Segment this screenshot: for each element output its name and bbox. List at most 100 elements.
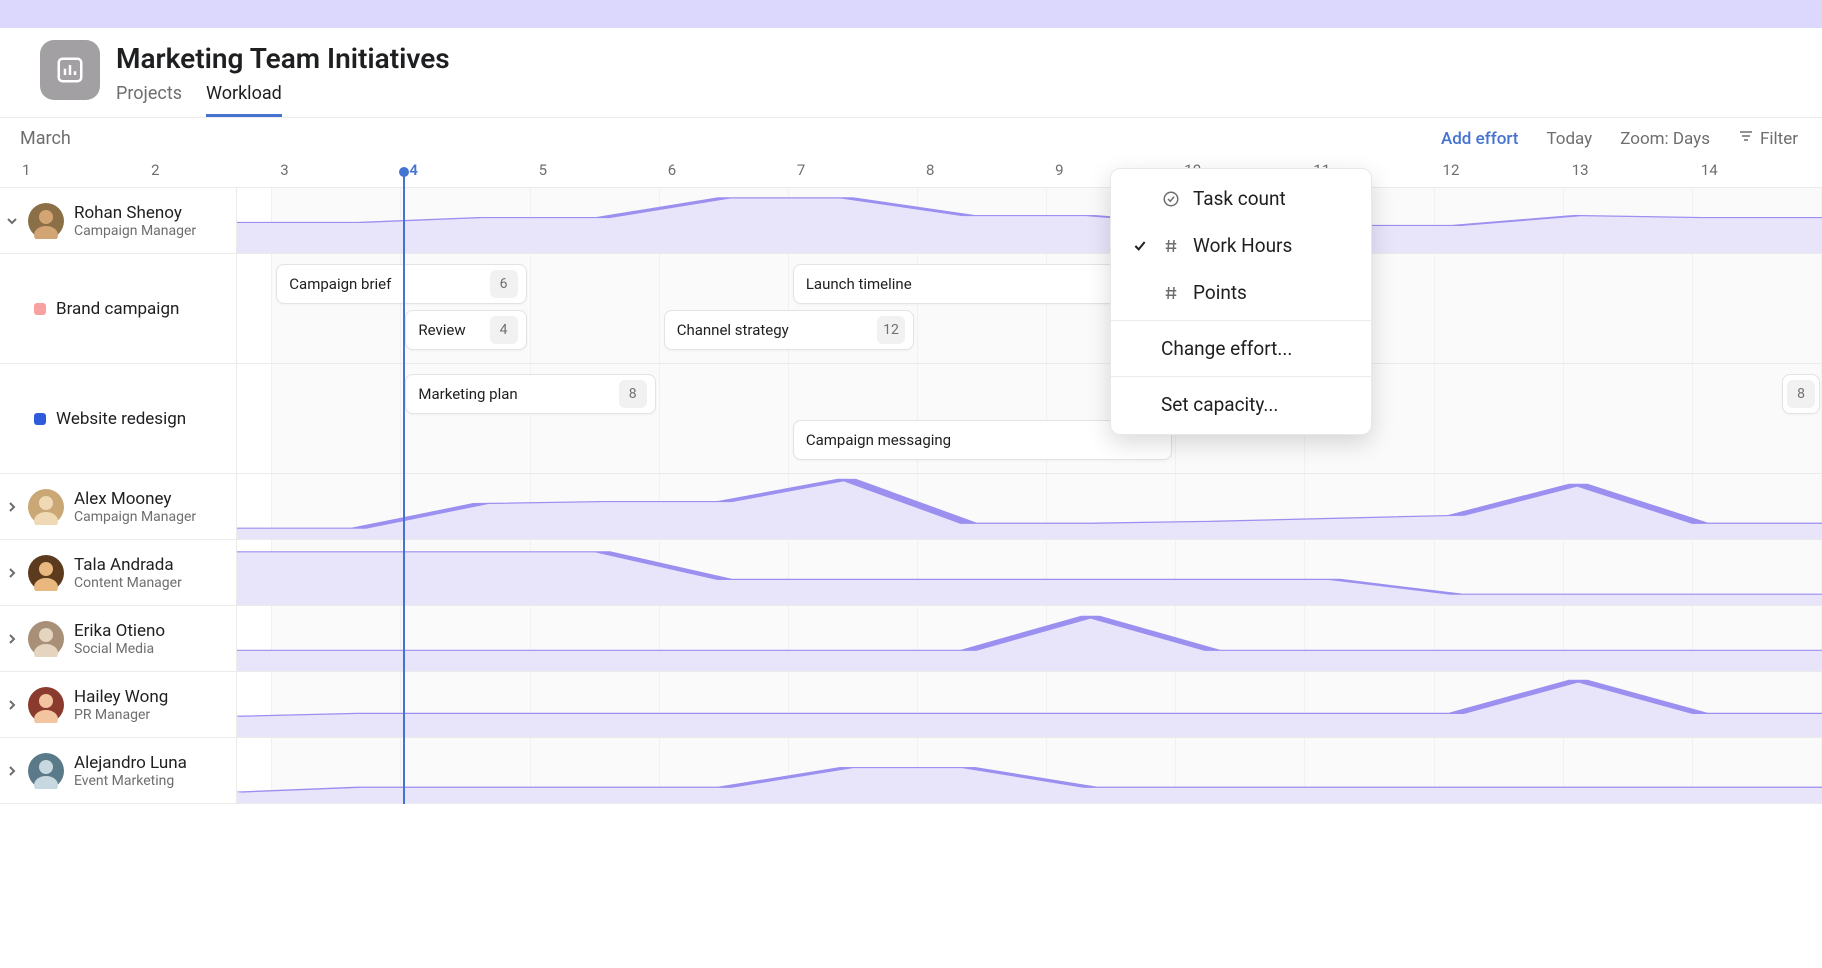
task-card[interactable]: Review 4 [405,310,526,350]
menu-label: Points [1193,281,1247,304]
workload-chart [237,606,1822,671]
month-label: March [20,128,1441,149]
task-name: Campaign brief [289,275,481,293]
avatar [28,621,64,657]
grid-area: Rohan Shenoy Campaign Manager Brand camp… [0,188,1822,804]
chevron-down-icon[interactable] [2,215,22,227]
person-name: Erika Otieno [74,621,165,641]
chevron-right-icon[interactable] [2,633,22,645]
day-cell[interactable]: 1 [14,155,143,187]
task-card[interactable]: 8 [1782,374,1820,414]
check-circle-icon [1161,190,1181,208]
person-row: Rohan Shenoy Campaign Manager [0,188,1822,254]
toolbar: March Add effort Today Zoom: Days Filter [0,118,1822,155]
menu-divider [1111,376,1371,377]
person-row: Alex Mooney Campaign Manager [0,474,1822,540]
page-title: Marketing Team Initiatives [116,42,450,75]
project-color-dot [34,303,46,315]
filter-label: Filter [1760,129,1798,149]
filter-icon [1738,128,1754,149]
chevron-right-icon[interactable] [2,567,22,579]
day-cell[interactable]: 13 [1564,155,1693,187]
menu-label: Change effort... [1161,337,1292,360]
project-name: Brand campaign [56,299,179,319]
task-name: Review [418,321,481,339]
task-card[interactable]: Channel strategy 12 [664,310,914,350]
zoom-button[interactable]: Zoom: Days [1620,129,1710,149]
avatar [28,687,64,723]
person-role: Social Media [74,641,165,657]
menu-label: Task count [1193,187,1286,210]
avatar [28,203,64,239]
menu-item-change-effort[interactable]: Change effort... [1111,325,1371,372]
task-effort-badge: 4 [490,316,518,344]
person-name: Tala Andrada [74,555,182,575]
workload-chart [237,738,1822,803]
workload-chart [237,540,1822,605]
day-cell[interactable]: 7 [789,155,918,187]
add-effort-button[interactable]: Add effort [1441,129,1519,149]
menu-item-work-hours[interactable]: Work Hours [1111,222,1371,269]
day-cell[interactable]: 6 [660,155,789,187]
tabs: Projects Workload [116,83,450,117]
project-row: Website redesign Marketing plan 8 Campaign… [0,364,1822,474]
day-cell[interactable]: 5 [531,155,660,187]
checkmark-icon [1131,238,1149,254]
person-row: Erika Otieno Social Media [0,606,1822,672]
today-button[interactable]: Today [1546,129,1592,149]
avatar [28,753,64,789]
person-name: Alex Mooney [74,489,196,509]
day-cell[interactable]: 3 [272,155,401,187]
person-name: Rohan Shenoy [74,203,196,223]
chevron-right-icon[interactable] [2,765,22,777]
menu-label: Work Hours [1193,234,1292,257]
day-header: 1234567891011121314 [0,155,1822,188]
tab-projects[interactable]: Projects [116,83,182,117]
tab-workload[interactable]: Workload [206,83,282,117]
day-cell[interactable]: 14 [1693,155,1822,187]
page-header: Marketing Team Initiatives Projects Work… [0,28,1822,118]
timeline: 1234567891011121314 Rohan Shenoy Campaig… [0,155,1822,804]
menu-item-task-count[interactable]: Task count [1111,175,1371,222]
top-accent-band [0,0,1822,28]
workload-chart [237,672,1822,737]
menu-label: Set capacity... [1161,393,1278,416]
person-name: Hailey Wong [74,687,168,707]
task-effort-badge: 8 [619,380,647,408]
project-name: Website redesign [56,409,186,429]
task-card[interactable]: Campaign brief 6 [276,264,526,304]
person-row: Tala Andrada Content Manager [0,540,1822,606]
person-row: Alejandro Luna Event Marketing [0,738,1822,804]
task-effort-badge: 8 [1787,380,1815,408]
person-role: Campaign Manager [74,223,196,239]
menu-divider [1111,320,1371,321]
workload-chart [237,474,1822,539]
project-row: Brand campaign Campaign brief6Review4Lau… [0,254,1822,364]
task-name: Channel strategy [677,321,869,339]
project-color-dot [34,413,46,425]
avatar [28,489,64,525]
day-cell[interactable]: 4 [401,155,530,187]
tasks-layer: Campaign brief6Review4Launch timelineCha… [237,254,1822,363]
task-card[interactable]: Marketing plan 8 [405,374,655,414]
menu-item-points[interactable]: Points [1111,269,1371,316]
filter-button[interactable]: Filter [1738,128,1798,149]
hash-icon [1161,237,1181,255]
chevron-right-icon[interactable] [2,501,22,513]
chevron-right-icon[interactable] [2,699,22,711]
day-cell[interactable]: 8 [918,155,1047,187]
day-cell[interactable]: 2 [143,155,272,187]
person-role: PR Manager [74,707,168,723]
tasks-layer: Marketing plan 8 Campaign messaging 8 [237,364,1822,473]
day-cell[interactable]: 12 [1435,155,1564,187]
task-effort-badge: 6 [490,270,518,298]
effort-dropdown-menu: Task count Work Hours Points Change effo… [1110,168,1372,435]
portfolio-icon [40,40,100,100]
avatar [28,555,64,591]
current-day-indicator [403,172,405,804]
task-name: Campaign messaging [806,431,1163,449]
task-effort-badge: 12 [877,316,905,344]
menu-item-set-capacity[interactable]: Set capacity... [1111,381,1371,428]
person-row: Hailey Wong PR Manager [0,672,1822,738]
task-name: Marketing plan [418,385,610,403]
